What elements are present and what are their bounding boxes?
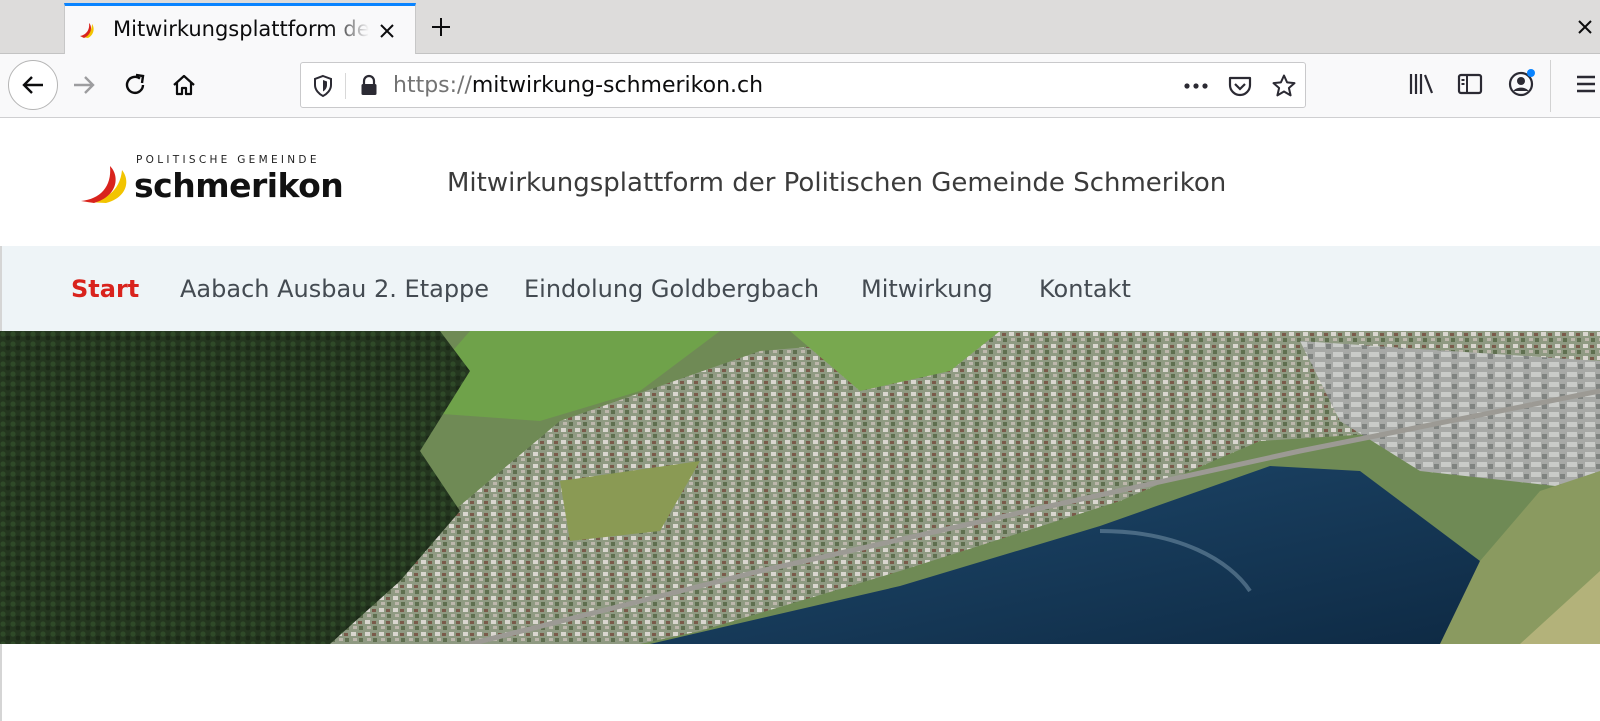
nav-item-aabach[interactable]: Aabach Ausbau 2. Etappe [180, 275, 489, 303]
browser-tab-active[interactable]: Mitwirkungsplattform der Politischen Gem… [64, 3, 416, 54]
site-favicon-icon [80, 23, 94, 38]
tab-title: Mitwirkungsplattform der Politischen Gem… [113, 17, 369, 41]
logo-name: schmerikon [134, 166, 344, 205]
nav-item-mitwirkung[interactable]: Mitwirkung [861, 275, 993, 303]
plus-icon[interactable] [426, 12, 456, 42]
tab-strip: Mitwirkungsplattform der Politischen Gem… [0, 0, 1600, 54]
window-close-icon[interactable] [1574, 16, 1596, 38]
url-scheme: https:// [393, 73, 472, 98]
close-icon[interactable] [375, 19, 399, 43]
nav-item-eindolung[interactable]: Eindolung Goldbergbach [524, 275, 819, 303]
main-navigation: Start Aabach Ausbau 2. Etappe Eindolung … [0, 246, 1600, 331]
nav-item-start[interactable]: Start [71, 275, 139, 303]
url-text[interactable]: https://mitwirkung-schmerikon.ch [393, 73, 763, 99]
toolbar-separator [1550, 60, 1551, 112]
logo-subtitle: POLITISCHE GEMEINDE [136, 154, 320, 166]
sync-indicator [1527, 69, 1535, 77]
site-title: Mitwirkungsplattform der Politischen Gem… [447, 168, 1227, 198]
shield-icon[interactable] [311, 74, 335, 98]
url-bar[interactable]: https://mitwirkung-schmerikon.ch [300, 62, 1306, 108]
more-icon[interactable] [1181, 75, 1211, 97]
logo-swoosh-icon [81, 166, 127, 203]
nav-item-kontakt[interactable]: Kontakt [1039, 275, 1131, 303]
sidebar-icon[interactable] [1452, 66, 1488, 102]
star-icon[interactable] [1271, 73, 1297, 99]
hero-image [0, 331, 1600, 644]
site-logo[interactable]: POLITISCHE GEMEINDE schmerikon [80, 150, 344, 210]
pocket-icon[interactable] [1227, 73, 1253, 99]
library-icon[interactable] [1403, 66, 1439, 102]
back-arrow-icon[interactable] [8, 60, 58, 110]
aerial-photo-schmerikon [0, 331, 1600, 644]
forward-arrow-icon[interactable] [64, 65, 104, 105]
home-icon[interactable] [164, 65, 204, 105]
account-icon[interactable] [1503, 66, 1539, 102]
url-divider [345, 73, 346, 99]
content-area [0, 644, 1600, 721]
site-header: POLITISCHE GEMEINDE schmerikon Mitwirkun… [0, 118, 1600, 246]
reload-icon[interactable] [115, 65, 155, 105]
web-page: POLITISCHE GEMEINDE schmerikon Mitwirkun… [0, 118, 1600, 721]
navigation-toolbar: https://mitwirkung-schmerikon.ch [0, 54, 1600, 118]
menu-icon[interactable] [1568, 66, 1600, 102]
url-host: mitwirkung-schmerikon.ch [471, 73, 764, 98]
lock-icon[interactable] [357, 74, 381, 98]
